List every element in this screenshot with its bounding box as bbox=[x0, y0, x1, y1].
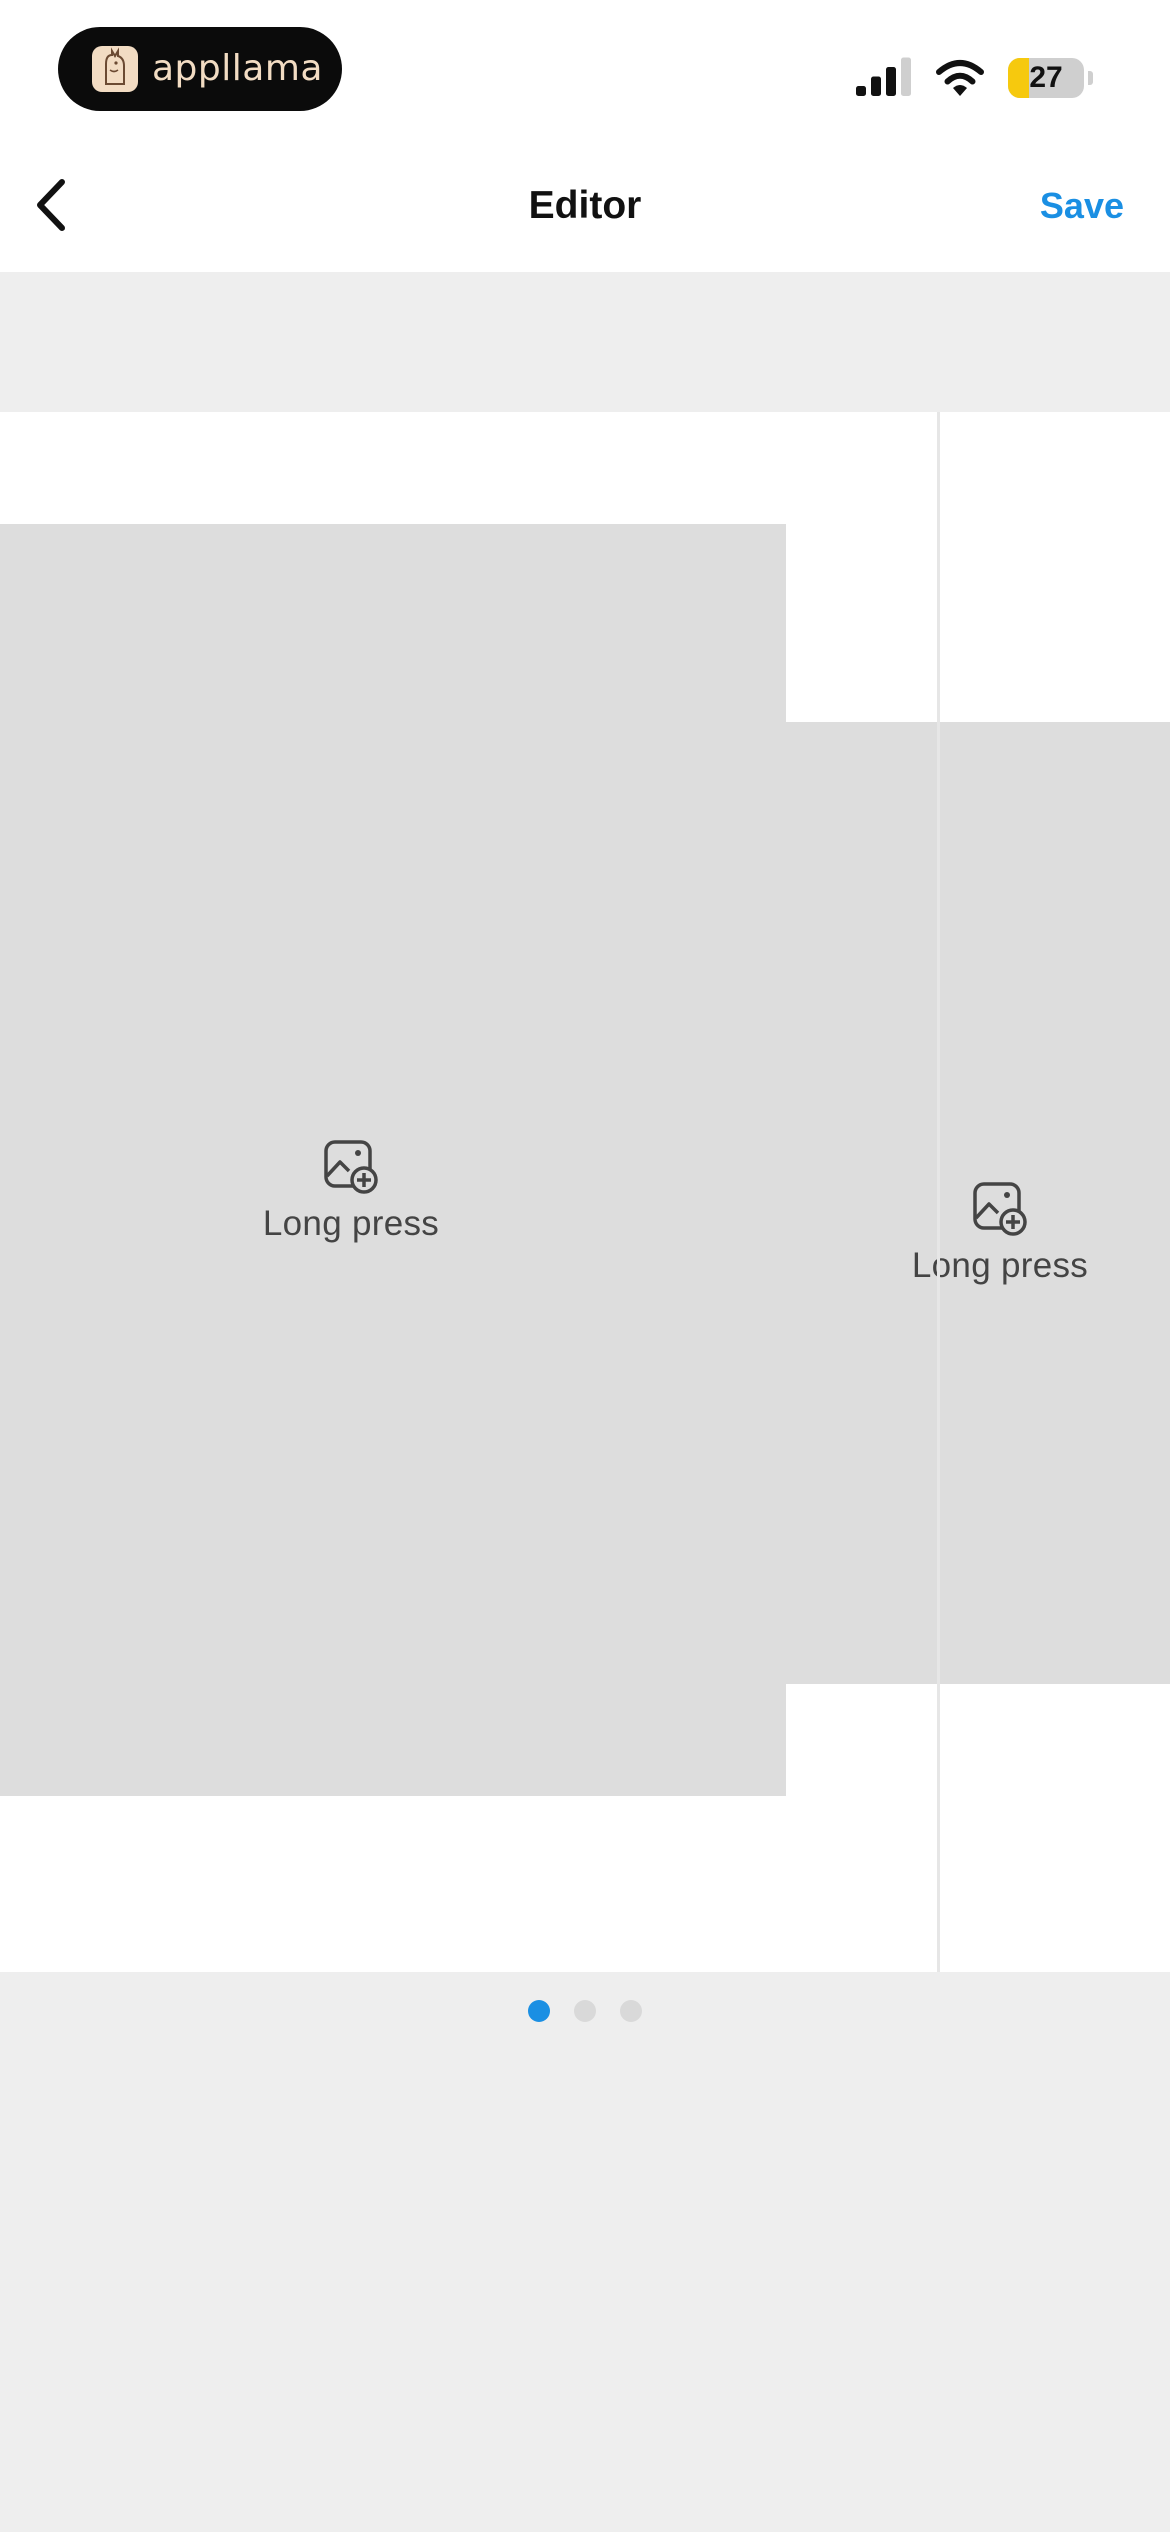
bottom-toolbar-area bbox=[0, 2040, 1170, 2532]
nav-bar: Editor Save bbox=[0, 140, 1170, 272]
editor-screen: appllama 27 Editor Save Long press Long … bbox=[0, 0, 1170, 2532]
signal-bar bbox=[856, 86, 866, 96]
back-button[interactable] bbox=[18, 170, 88, 240]
llama-logo-icon bbox=[92, 46, 138, 92]
page-dot-1[interactable] bbox=[528, 2000, 550, 2022]
add-photo-icon bbox=[973, 1182, 1027, 1236]
chevron-left-icon bbox=[37, 179, 65, 231]
long-press-hint: Long press bbox=[262, 1204, 440, 1243]
signal-bar bbox=[886, 67, 896, 96]
slot-hint: Long press bbox=[900, 1180, 1100, 1286]
long-press-hint: Long press bbox=[911, 1246, 1089, 1285]
save-button[interactable]: Save bbox=[1040, 140, 1124, 272]
battery-indicator: 27 bbox=[1008, 58, 1093, 98]
page-dot-2[interactable] bbox=[574, 2000, 596, 2022]
photo-slot-1[interactable]: Long press bbox=[0, 524, 786, 1796]
battery-cap bbox=[1088, 71, 1093, 85]
collage-pager[interactable]: Long press Long press bbox=[0, 412, 1170, 1972]
slot-hint: Long press bbox=[0, 1138, 702, 1244]
status-bar: appllama 27 bbox=[0, 0, 1170, 140]
photo-slot-2[interactable]: Long press bbox=[786, 722, 1170, 1684]
battery-body: 27 bbox=[1008, 58, 1084, 98]
page-dot-3[interactable] bbox=[620, 2000, 642, 2022]
signal-bar bbox=[901, 57, 911, 96]
page-divider bbox=[937, 412, 940, 1972]
cellular-signal-icon bbox=[856, 57, 911, 96]
canvas-top-margin bbox=[0, 272, 1170, 412]
brand-name: appllama bbox=[152, 48, 323, 89]
page-indicator bbox=[0, 2000, 1170, 2024]
add-photo-icon bbox=[324, 1140, 378, 1194]
page-title: Editor bbox=[528, 184, 642, 227]
signal-bar bbox=[871, 76, 881, 96]
wifi-icon bbox=[936, 60, 984, 96]
battery-percentage: 27 bbox=[1029, 61, 1063, 94]
brand-pill: appllama bbox=[58, 27, 342, 111]
